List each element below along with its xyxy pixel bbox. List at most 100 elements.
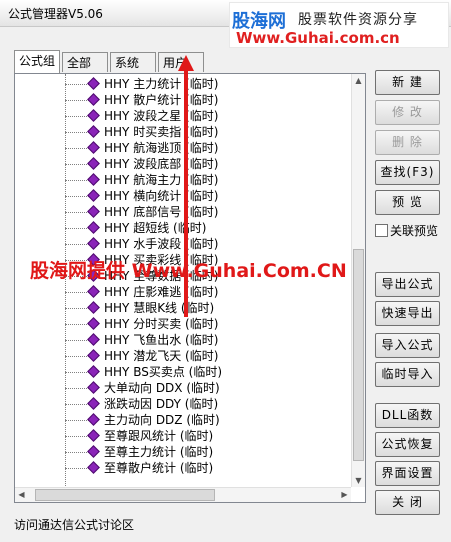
formula-name: HHY BS买卖点 (临时) bbox=[104, 365, 223, 379]
formula-diamond-icon bbox=[87, 205, 100, 218]
formula-name: HHY 慧眼K线 (临时) bbox=[104, 301, 215, 315]
formula-diamond-icon bbox=[87, 109, 100, 122]
formula-diamond-icon bbox=[87, 93, 100, 106]
formula-diamond-icon bbox=[87, 397, 100, 410]
formula-diamond-icon bbox=[87, 429, 100, 442]
watermark-banner: 股海网 股票软件资源分享 Www.Guhai.com.cn bbox=[229, 2, 449, 48]
tree-connector bbox=[65, 196, 89, 197]
scroll-down-icon[interactable]: ▼ bbox=[352, 474, 365, 487]
close-button[interactable]: 关 闭 bbox=[375, 490, 440, 515]
formula-name: HHY 波段之星 (临时) bbox=[104, 109, 219, 123]
tree-connector bbox=[65, 468, 89, 469]
formula-name: HHY 底部信号 (临时) bbox=[104, 205, 219, 219]
delete-button[interactable]: 删 除 bbox=[375, 130, 440, 155]
dll-function-button[interactable]: DLL函数 bbox=[375, 403, 440, 428]
tree-row[interactable]: 涨跌动因 DDY (临时) bbox=[15, 396, 351, 412]
tree-connector bbox=[65, 116, 89, 117]
tree-connector bbox=[65, 228, 89, 229]
new-button[interactable]: 新 建 bbox=[375, 70, 440, 95]
formula-name: HHY 分时买卖 (临时) bbox=[104, 317, 219, 331]
export-formula-button[interactable]: 导出公式 bbox=[375, 272, 440, 297]
formula-diamond-icon bbox=[87, 77, 100, 90]
linked-preview-label: 关联预览 bbox=[390, 224, 439, 238]
horizontal-scroll-thumb[interactable] bbox=[35, 489, 215, 501]
scroll-left-icon[interactable]: ◀ bbox=[15, 488, 28, 501]
tree-connector bbox=[65, 452, 89, 453]
checkbox-box[interactable] bbox=[375, 224, 388, 237]
tree-connector bbox=[65, 324, 89, 325]
temp-import-button[interactable]: 临时导入 bbox=[375, 362, 440, 387]
formula-name: HHY 散户统计 (临时) bbox=[104, 93, 219, 107]
vertical-scrollbar[interactable]: ▲ ▼ bbox=[351, 74, 365, 487]
tree-row[interactable]: 至尊主力统计 (临时) bbox=[15, 444, 351, 460]
tree-connector bbox=[65, 180, 89, 181]
formula-name: HHY 飞鱼出水 (临时) bbox=[104, 333, 219, 347]
formula-restore-button[interactable]: 公式恢复 bbox=[375, 432, 440, 457]
formula-name: 至尊散户统计 (临时) bbox=[104, 461, 214, 475]
scroll-right-icon[interactable]: ▶ bbox=[338, 488, 351, 501]
watermark-overlay-text: 股海网提供 Www.Guhai.Com.CN bbox=[30, 260, 347, 282]
modify-button[interactable]: 修 改 bbox=[375, 100, 440, 125]
tree-connector bbox=[65, 84, 89, 85]
formula-diamond-icon bbox=[87, 317, 100, 330]
formula-name: HHY 时买卖指 (临时) bbox=[104, 125, 219, 139]
forum-link[interactable]: 访问通达信公式讨论区 bbox=[14, 516, 134, 533]
formula-diamond-icon bbox=[87, 237, 100, 250]
formula-diamond-icon bbox=[87, 221, 100, 234]
tree-row[interactable]: 至尊跟风统计 (临时) bbox=[15, 428, 351, 444]
ui-settings-button[interactable]: 界面设置 bbox=[375, 461, 440, 486]
tree-connector bbox=[65, 404, 89, 405]
formula-name: HHY 航海逃顶 (临时) bbox=[104, 141, 219, 155]
formula-name: HHY 水手波段 (临时) bbox=[104, 237, 219, 251]
tree-row[interactable]: 大单动向 DDX (临时) bbox=[15, 380, 351, 396]
formula-name: HHY 庄影难逃 (临时) bbox=[104, 285, 219, 299]
quick-export-button[interactable]: 快速导出 bbox=[375, 301, 440, 326]
formula-name: 至尊跟风统计 (临时) bbox=[104, 429, 214, 443]
tree-row[interactable]: HHY 飞鱼出水 (临时) bbox=[15, 332, 351, 348]
formula-diamond-icon bbox=[87, 125, 100, 138]
formula-diamond-icon bbox=[87, 445, 100, 458]
tab-formula-group[interactable]: 公式组 bbox=[14, 50, 60, 74]
horizontal-scrollbar[interactable]: ◀ ▶ bbox=[15, 487, 351, 502]
window-title: 公式管理器V5.06 bbox=[8, 7, 103, 21]
tab-system[interactable]: 系统 bbox=[110, 52, 156, 72]
preview-button[interactable]: 预 览 bbox=[375, 190, 440, 215]
formula-diamond-icon bbox=[87, 365, 100, 378]
tree-row[interactable]: 至尊散户统计 (临时) bbox=[15, 460, 351, 476]
formula-name: HHY 潜龙飞天 (临时) bbox=[104, 349, 219, 363]
formula-diamond-icon bbox=[87, 173, 100, 186]
tree-connector bbox=[65, 372, 89, 373]
formula-diamond-icon bbox=[87, 381, 100, 394]
formula-diamond-icon bbox=[87, 189, 100, 202]
watermark-url: Www.Guhai.com.cn bbox=[236, 29, 400, 47]
formula-diamond-icon bbox=[87, 285, 100, 298]
tree-connector bbox=[65, 244, 89, 245]
tree-connector bbox=[65, 292, 89, 293]
formula-diamond-icon bbox=[87, 349, 100, 362]
formula-name: 涨跌动因 DDY (临时) bbox=[104, 397, 219, 411]
tree-connector bbox=[65, 100, 89, 101]
tree-row[interactable]: HHY BS买卖点 (临时) bbox=[15, 364, 351, 380]
scroll-up-icon[interactable]: ▲ bbox=[352, 74, 365, 87]
formula-name: HHY 横向统计 (临时) bbox=[104, 189, 219, 203]
tree-connector bbox=[65, 340, 89, 341]
tree-connector bbox=[65, 388, 89, 389]
linked-preview-checkbox[interactable]: 关联预览 bbox=[375, 222, 438, 239]
formula-diamond-icon bbox=[87, 157, 100, 170]
formula-diamond-icon bbox=[87, 301, 100, 314]
tree-row[interactable]: HHY 分时买卖 (临时) bbox=[15, 316, 351, 332]
import-formula-button[interactable]: 导入公式 bbox=[375, 333, 440, 358]
tree-connector bbox=[65, 420, 89, 421]
tree-row[interactable]: HHY 潜龙飞天 (临时) bbox=[15, 348, 351, 364]
watermark-slogan: 股票软件资源分享 bbox=[298, 12, 418, 28]
tree-connector bbox=[65, 164, 89, 165]
formula-name: 大单动向 DDX (临时) bbox=[104, 381, 220, 395]
tree-connector bbox=[65, 308, 89, 309]
vertical-scroll-thumb[interactable] bbox=[353, 249, 364, 461]
formula-diamond-icon bbox=[87, 141, 100, 154]
tree-row[interactable]: 主力动向 DDZ (临时) bbox=[15, 412, 351, 428]
find-button[interactable]: 查找(F3) bbox=[375, 160, 440, 185]
tab-all[interactable]: 全部 bbox=[62, 52, 108, 72]
formula-name: HHY 波段底部 (临时) bbox=[104, 157, 219, 171]
formula-name: HHY 主力统计 (临时) bbox=[104, 77, 219, 91]
